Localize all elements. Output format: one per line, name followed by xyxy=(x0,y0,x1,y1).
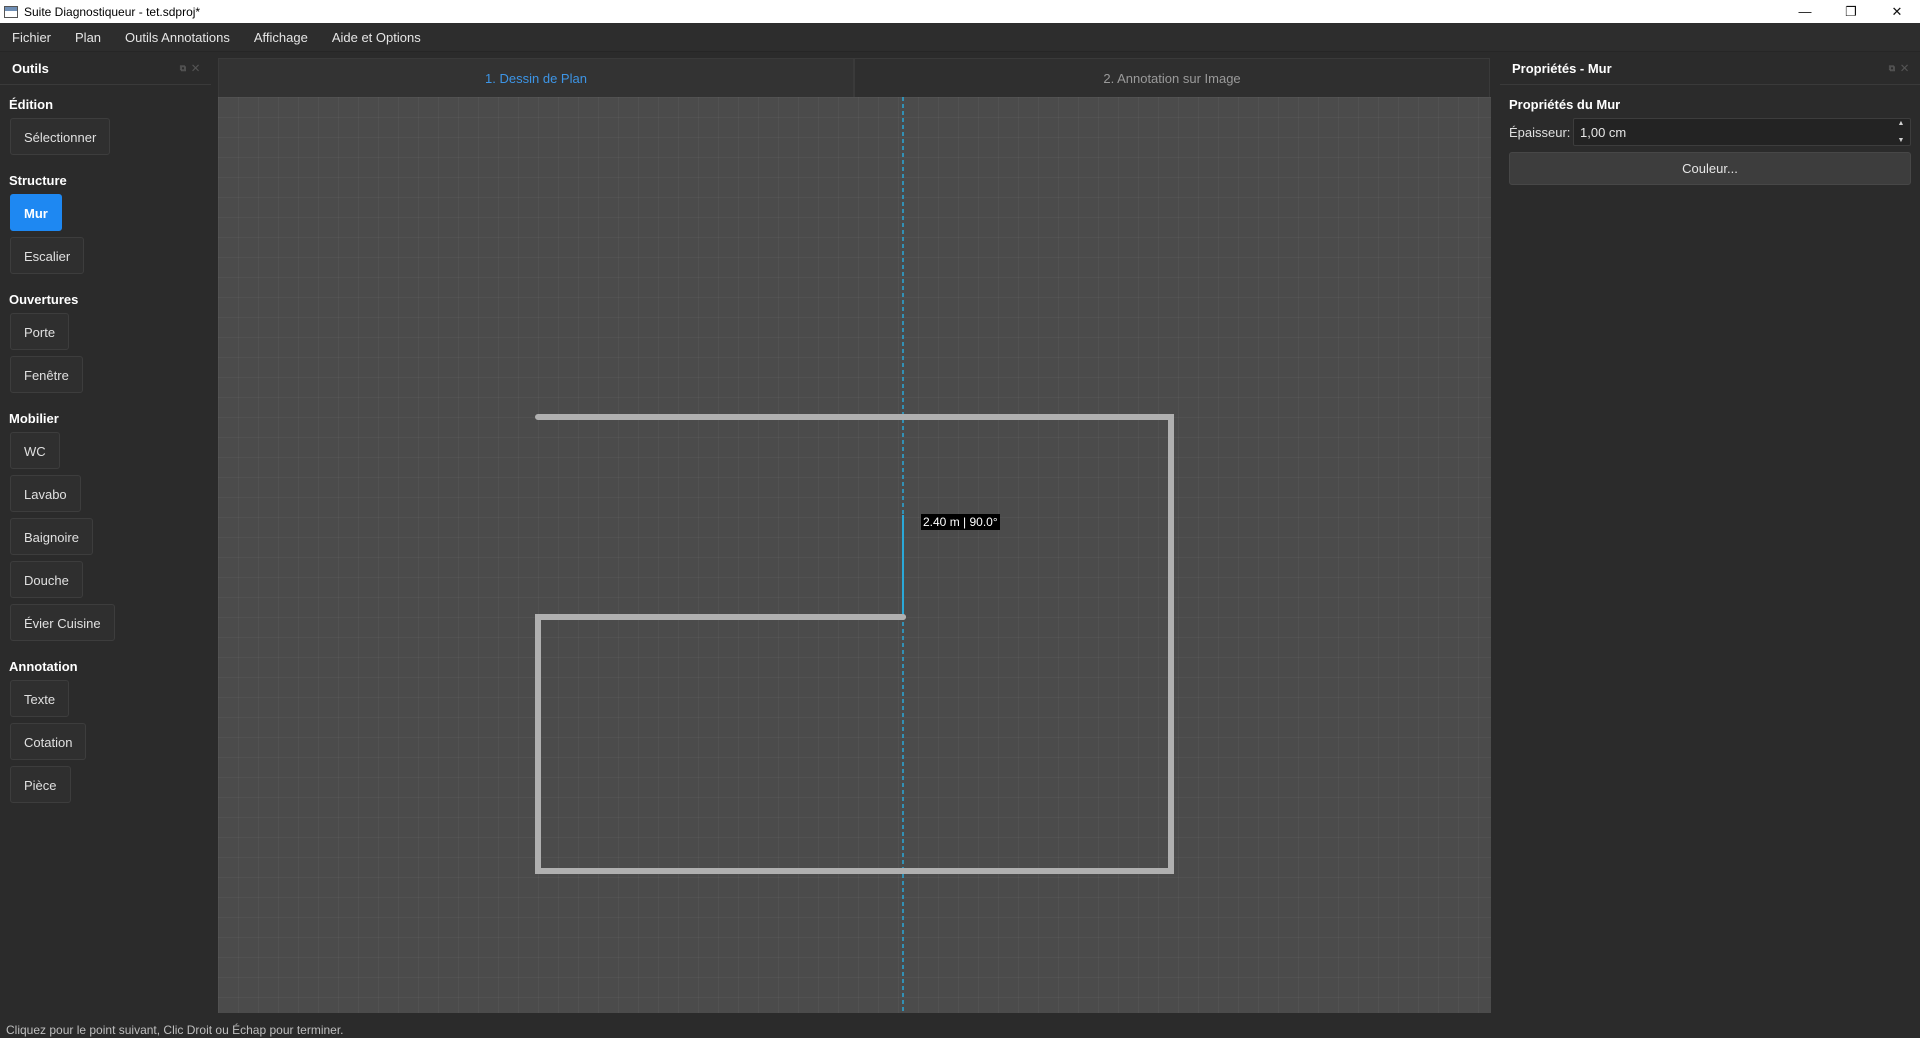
menu-plan[interactable]: Plan xyxy=(63,23,113,52)
menu-aide-options[interactable]: Aide et Options xyxy=(320,23,433,52)
tab-annotation-sur-image[interactable]: 2. Annotation sur Image xyxy=(854,58,1490,97)
measure-label: 2.40 m | 90.0° xyxy=(921,514,1000,530)
tools-panel-header: Outils ⧉✕ xyxy=(0,53,211,85)
wall-outer xyxy=(535,414,1174,874)
menu-bar: Fichier Plan Outils Annotations Affichag… xyxy=(0,23,1920,52)
wall-node-point xyxy=(900,614,906,620)
status-bar: Cliquez pour le point suivant, Clic Droi… xyxy=(0,1014,1920,1038)
tools-panel-title: Outils xyxy=(12,61,49,76)
thickness-label: Épaisseur: xyxy=(1509,124,1571,140)
tool-fenetre-button[interactable]: Fenêtre xyxy=(10,356,83,393)
properties-panel-header: Propriétés - Mur ⧉✕ xyxy=(1500,53,1920,85)
tool-escalier-button[interactable]: Escalier xyxy=(10,237,85,274)
menu-affichage[interactable]: Affichage xyxy=(242,23,320,52)
maximize-button[interactable]: ❐ xyxy=(1828,0,1874,23)
plan-drawing xyxy=(535,97,1174,1013)
spin-up-icon[interactable]: ▲ xyxy=(1898,120,1905,127)
app-icon xyxy=(4,5,18,18)
spin-down-icon[interactable]: ▼ xyxy=(1898,137,1905,144)
spin-arrows[interactable]: ▲ ▼ xyxy=(1894,120,1908,144)
tool-lavabo-button[interactable]: Lavabo xyxy=(10,475,81,512)
window-title: Suite Diagnostiqueur - tet.sdproj* xyxy=(24,4,201,19)
minimize-button[interactable]: — xyxy=(1782,0,1828,23)
tool-piece-button[interactable]: Pièce xyxy=(10,766,71,803)
tool-selectionner-button[interactable]: Sélectionner xyxy=(10,118,111,155)
tool-mur-button[interactable]: Mur xyxy=(10,194,62,231)
tool-texte-button[interactable]: Texte xyxy=(10,680,70,717)
wall-properties-title: Propriétés du Mur xyxy=(1509,97,1621,112)
drawing-canvas[interactable]: 2.40 m | 90.0° xyxy=(218,97,1491,1013)
menu-outils-annotations[interactable]: Outils Annotations xyxy=(113,23,242,52)
tool-baignoire-button[interactable]: Baignoire xyxy=(10,518,93,555)
tab-bar: 1. Dessin de Plan 2. Annotation sur Imag… xyxy=(218,58,1491,97)
tool-wc-button[interactable]: WC xyxy=(10,432,60,469)
thickness-input[interactable] xyxy=(1580,124,1880,140)
tab-dessin-de-plan[interactable]: 1. Dessin de Plan xyxy=(218,58,854,97)
tool-evier-cuisine-button[interactable]: Évier Cuisine xyxy=(10,604,115,641)
menu-fichier[interactable]: Fichier xyxy=(0,23,63,52)
close-button[interactable]: ✕ xyxy=(1874,0,1920,23)
title-bar: Suite Diagnostiqueur - tet.sdproj* — ❐ ✕ xyxy=(0,0,1920,23)
section-ouvertures-title: Ouvertures xyxy=(9,292,79,307)
window-controls: — ❐ ✕ xyxy=(1782,0,1920,23)
color-button[interactable]: Couleur... xyxy=(1509,152,1911,185)
central-area: 1. Dessin de Plan 2. Annotation sur Imag… xyxy=(218,58,1491,1013)
tools-panel: Outils ⧉✕ Édition Sélectionner Structure… xyxy=(0,53,217,1013)
tool-douche-button[interactable]: Douche xyxy=(10,561,83,598)
tool-porte-button[interactable]: Porte xyxy=(10,313,70,350)
section-edition-title: Édition xyxy=(9,97,54,112)
section-structure-title: Structure xyxy=(9,173,67,188)
dock-controls-icon[interactable]: ⧉✕ xyxy=(1889,63,1914,74)
thickness-spinbox[interactable]: ▲ ▼ xyxy=(1573,118,1911,146)
section-annotation-title: Annotation xyxy=(9,659,78,674)
dock-controls-icon[interactable]: ⧉✕ xyxy=(180,63,205,74)
properties-panel: Propriétés - Mur ⧉✕ Propriétés du Mur Ép… xyxy=(1500,53,1920,1013)
properties-panel-title: Propriétés - Mur xyxy=(1512,61,1612,76)
tool-cotation-button[interactable]: Cotation xyxy=(10,723,87,760)
thickness-row: Épaisseur: ▲ ▼ xyxy=(1500,118,1920,146)
section-mobilier-title: Mobilier xyxy=(9,411,59,426)
